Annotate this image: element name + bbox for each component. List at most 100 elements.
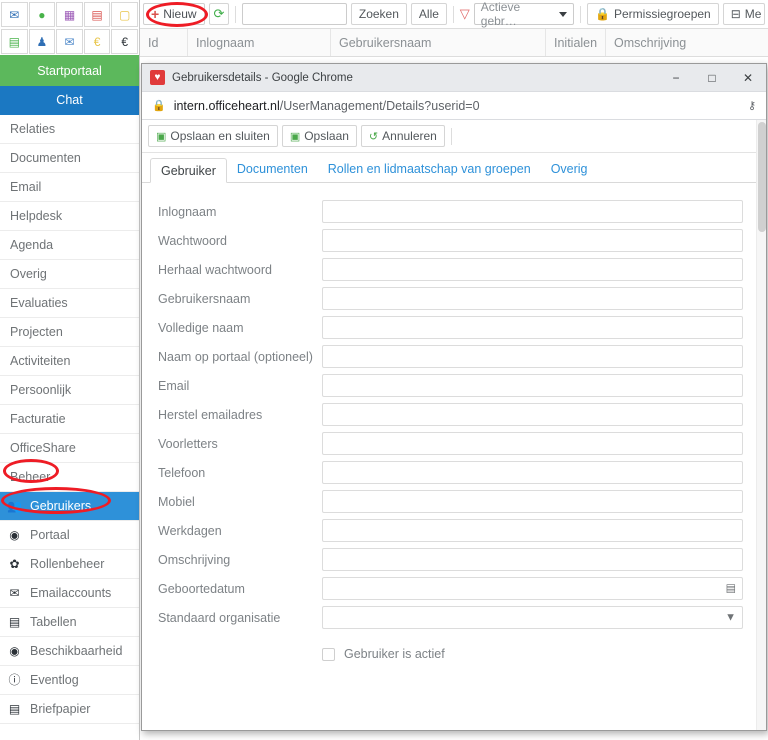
opslaan-button[interactable]: ▣ Opslaan <box>281 125 357 147</box>
tab-rollen-en-lidmaatschap-van-groepen[interactable]: Rollen en lidmaatschap van groepen <box>318 157 541 182</box>
mail-icon[interactable]: ✉ <box>1 2 28 27</box>
euro-dark-icon[interactable]: € <box>111 29 138 54</box>
sidebar-item-label: Evaluaties <box>10 296 68 310</box>
address-bar[interactable]: 🔒 intern.officeheart.nl/UserManagement/D… <box>142 92 766 120</box>
search-button-label: Zoeken <box>358 7 399 21</box>
tab-overig[interactable]: Overig <box>541 157 598 182</box>
field-input-gebruikersnaam[interactable] <box>322 287 743 310</box>
field-input-volledige-naam[interactable] <box>322 316 743 339</box>
sidebar-item-chat[interactable]: Chat <box>0 86 139 115</box>
tab-gebruiker[interactable]: Gebruiker <box>150 158 227 183</box>
sidebar-item-tabellen[interactable]: ▤ Tabellen <box>0 608 139 637</box>
field-input-geboortedatum[interactable]: ▤ <box>322 577 743 600</box>
window-title-bar[interactable]: ♥ Gebruikersdetails - Google Chrome − □ … <box>142 64 766 92</box>
sidebar-item-persoonlijk[interactable]: Persoonlijk <box>0 376 139 405</box>
envelope-outline-icon-glyph: ✉ <box>64 34 75 49</box>
sidebar-item-agenda[interactable]: Agenda <box>0 231 139 260</box>
sidebar-item-beheer[interactable]: Beheer <box>0 463 139 492</box>
sidebar-item-overig[interactable]: Overig <box>0 260 139 289</box>
field-input-standaard-organisatie[interactable]: ▼ <box>322 606 743 629</box>
opslaan-en-sluiten-button[interactable]: ▣ Opslaan en sluiten <box>148 125 278 147</box>
annuleren-button[interactable]: ↺ Annuleren <box>360 125 445 147</box>
form-row: Voorletters <box>142 429 766 458</box>
all-button[interactable]: Alle <box>410 3 447 25</box>
grid-column-gebruikersnaam[interactable]: Gebruikersnaam <box>331 29 546 56</box>
sidebar-item-evaluaties[interactable]: Evaluaties <box>0 289 139 318</box>
key-icon[interactable]: ⚷ <box>748 99 756 112</box>
sidebar-item-label: Beheer <box>10 470 51 484</box>
envelope-outline-icon[interactable]: ✉ <box>56 29 83 54</box>
field-label: Inlognaam <box>158 204 217 219</box>
chat-bubble-icon[interactable]: ● <box>28 2 56 27</box>
field-input-mobiel[interactable] <box>322 490 743 513</box>
search-button[interactable]: Zoeken <box>350 3 407 25</box>
sidebar-item-beschikbaarheid[interactable]: ◉ Beschikbaarheid <box>0 637 139 666</box>
sidebar-item-eventlog[interactable]: ⓘ Eventlog <box>0 666 139 695</box>
field-input-herhaal-wachtwoord[interactable] <box>322 258 743 281</box>
calendar-icon[interactable]: ▦ <box>56 2 83 27</box>
sidebar-item-officeshare[interactable]: OfficeShare <box>0 434 139 463</box>
field-label: Herstel emailadres <box>158 407 263 422</box>
search-input[interactable] <box>242 3 347 25</box>
lock-icon: 🔒 <box>595 7 610 21</box>
field-input-wachtwoord[interactable] <box>322 229 743 252</box>
grid-column-omschrijving[interactable]: Omschrijving <box>606 29 768 56</box>
active-user-checkbox[interactable] <box>322 647 335 661</box>
sidebar-item-gebruikers[interactable]: 👥 Gebruikers <box>0 492 139 521</box>
permission-groups-button[interactable]: 🔒 Permissiegroepen <box>587 3 719 25</box>
sidebar-item-projecten[interactable]: Projecten <box>0 318 139 347</box>
euro-yellow-icon[interactable]: € <box>83 29 111 54</box>
sidebar-item-email[interactable]: Email <box>0 173 139 202</box>
page-scrollbar[interactable] <box>756 120 766 730</box>
sidebar-item-emailaccounts[interactable]: ✉ Emailaccounts <box>0 579 139 608</box>
grid-column-initialen[interactable]: Initialen <box>546 29 606 56</box>
maximize-button[interactable]: □ <box>694 64 730 92</box>
active-user-row[interactable]: Gebruiker is actief <box>142 639 766 669</box>
field-label: Geboortedatum <box>158 581 245 596</box>
note-icon[interactable]: ▢ <box>111 2 138 27</box>
form-row: Herhaal wachtwoord <box>142 255 766 284</box>
field-input-email[interactable] <box>322 374 743 397</box>
envelope-icon: ✉ <box>9 585 20 600</box>
tab-documenten[interactable]: Documenten <box>227 157 318 182</box>
save-icon: ▣ <box>289 130 301 143</box>
field-input-inlognaam[interactable] <box>322 200 743 223</box>
funnel-icon[interactable]: ▽ <box>460 6 470 22</box>
active-user-label: Gebruiker is actief <box>344 647 445 661</box>
sidebar-item-startportaal[interactable]: Startportaal <box>0 57 139 86</box>
scrollbar-thumb[interactable] <box>758 122 766 232</box>
form-row: Inlognaam <box>142 197 766 226</box>
sidebar-item-relaties[interactable]: Relaties <box>0 115 139 144</box>
grid-column-id[interactable]: Id <box>140 29 188 56</box>
sidebar-item-documenten[interactable]: Documenten <box>0 144 139 173</box>
field-input-werkdagen[interactable] <box>322 519 743 542</box>
field-input-herstel-emailadres[interactable] <box>322 403 743 426</box>
field-input-omschrijving[interactable] <box>322 548 743 571</box>
sidebar-item-briefpapier[interactable]: ▤ Briefpapier <box>0 695 139 724</box>
field-input-telefoon[interactable] <box>322 461 743 484</box>
sidebar-item-activiteiten[interactable]: Activiteiten <box>0 347 139 376</box>
sidebar-item-facturatie[interactable]: Facturatie <box>0 405 139 434</box>
user-form: Inlognaam Wachtwoord Herhaal wachtwoord Geb… <box>142 183 766 632</box>
calendar-icon[interactable]: ▤ <box>726 583 736 594</box>
sidebar-item-helpdesk[interactable]: Helpdesk <box>0 202 139 231</box>
filter-select[interactable]: Actieve gebr… <box>473 0 575 28</box>
field-input-voorletters[interactable] <box>322 432 743 455</box>
members-button[interactable]: ⊟ Me <box>722 3 766 25</box>
page-body: ▣ Opslaan en sluiten ▣ Opslaan ↺ Annuleren Ge… <box>142 120 766 730</box>
sidebar-item-rollenbeheer[interactable]: ✿ Rollenbeheer <box>0 550 139 579</box>
refresh-button[interactable]: ⟳ <box>208 3 230 25</box>
chevron-down-icon[interactable]: ▼ <box>725 612 736 623</box>
minimize-button[interactable]: − <box>658 64 694 92</box>
building-icon[interactable]: ▤ <box>83 2 111 27</box>
close-button[interactable]: ✕ <box>730 64 766 92</box>
field-label: Mobiel <box>158 494 195 509</box>
new-button[interactable]: + Nieuw <box>143 3 205 25</box>
sidebar-item-portaal[interactable]: ◉ Portaal <box>0 521 139 550</box>
person-podium-icon[interactable]: ♟ <box>28 29 56 54</box>
field-input-naam-op-portaal-optioneel-[interactable] <box>322 345 743 368</box>
org-chart-icon: ⊟ <box>730 7 741 21</box>
list-icon[interactable]: ▤ <box>1 29 28 54</box>
grid-column-inlognaam[interactable]: Inlognaam <box>188 29 331 56</box>
sidebar-item-label: Eventlog <box>30 672 79 687</box>
